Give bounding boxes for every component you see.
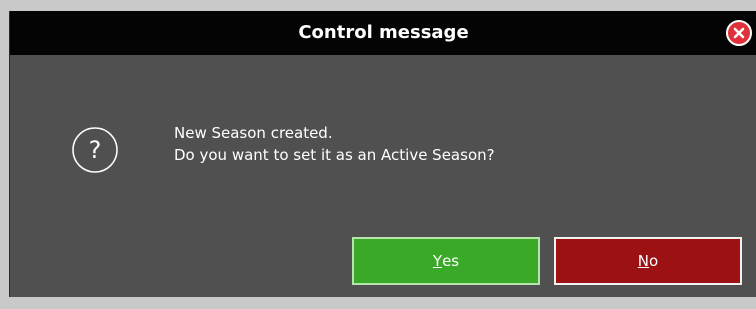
dialog-message: New Season created. Do you want to set i… [174, 122, 495, 166]
no-label-rest: o [649, 252, 659, 270]
yes-accelerator: Y [432, 252, 443, 270]
yes-button[interactable]: Yes [352, 237, 540, 285]
dialog-titlebar: Control message [10, 11, 756, 55]
message-line-2: Do you want to set it as an Active Seaso… [174, 146, 495, 164]
question-glyph: ? [89, 136, 102, 164]
control-message-dialog: Control message ? New Season created. Do… [9, 11, 756, 297]
close-button[interactable] [726, 20, 752, 46]
message-line-1: New Season created. [174, 124, 333, 142]
close-icon [733, 27, 745, 39]
no-button[interactable]: No [554, 237, 742, 285]
dialog-title: Control message [298, 22, 469, 43]
question-icon: ? [72, 127, 118, 173]
no-accelerator: N [637, 252, 650, 270]
yes-label-rest: es [442, 252, 460, 270]
